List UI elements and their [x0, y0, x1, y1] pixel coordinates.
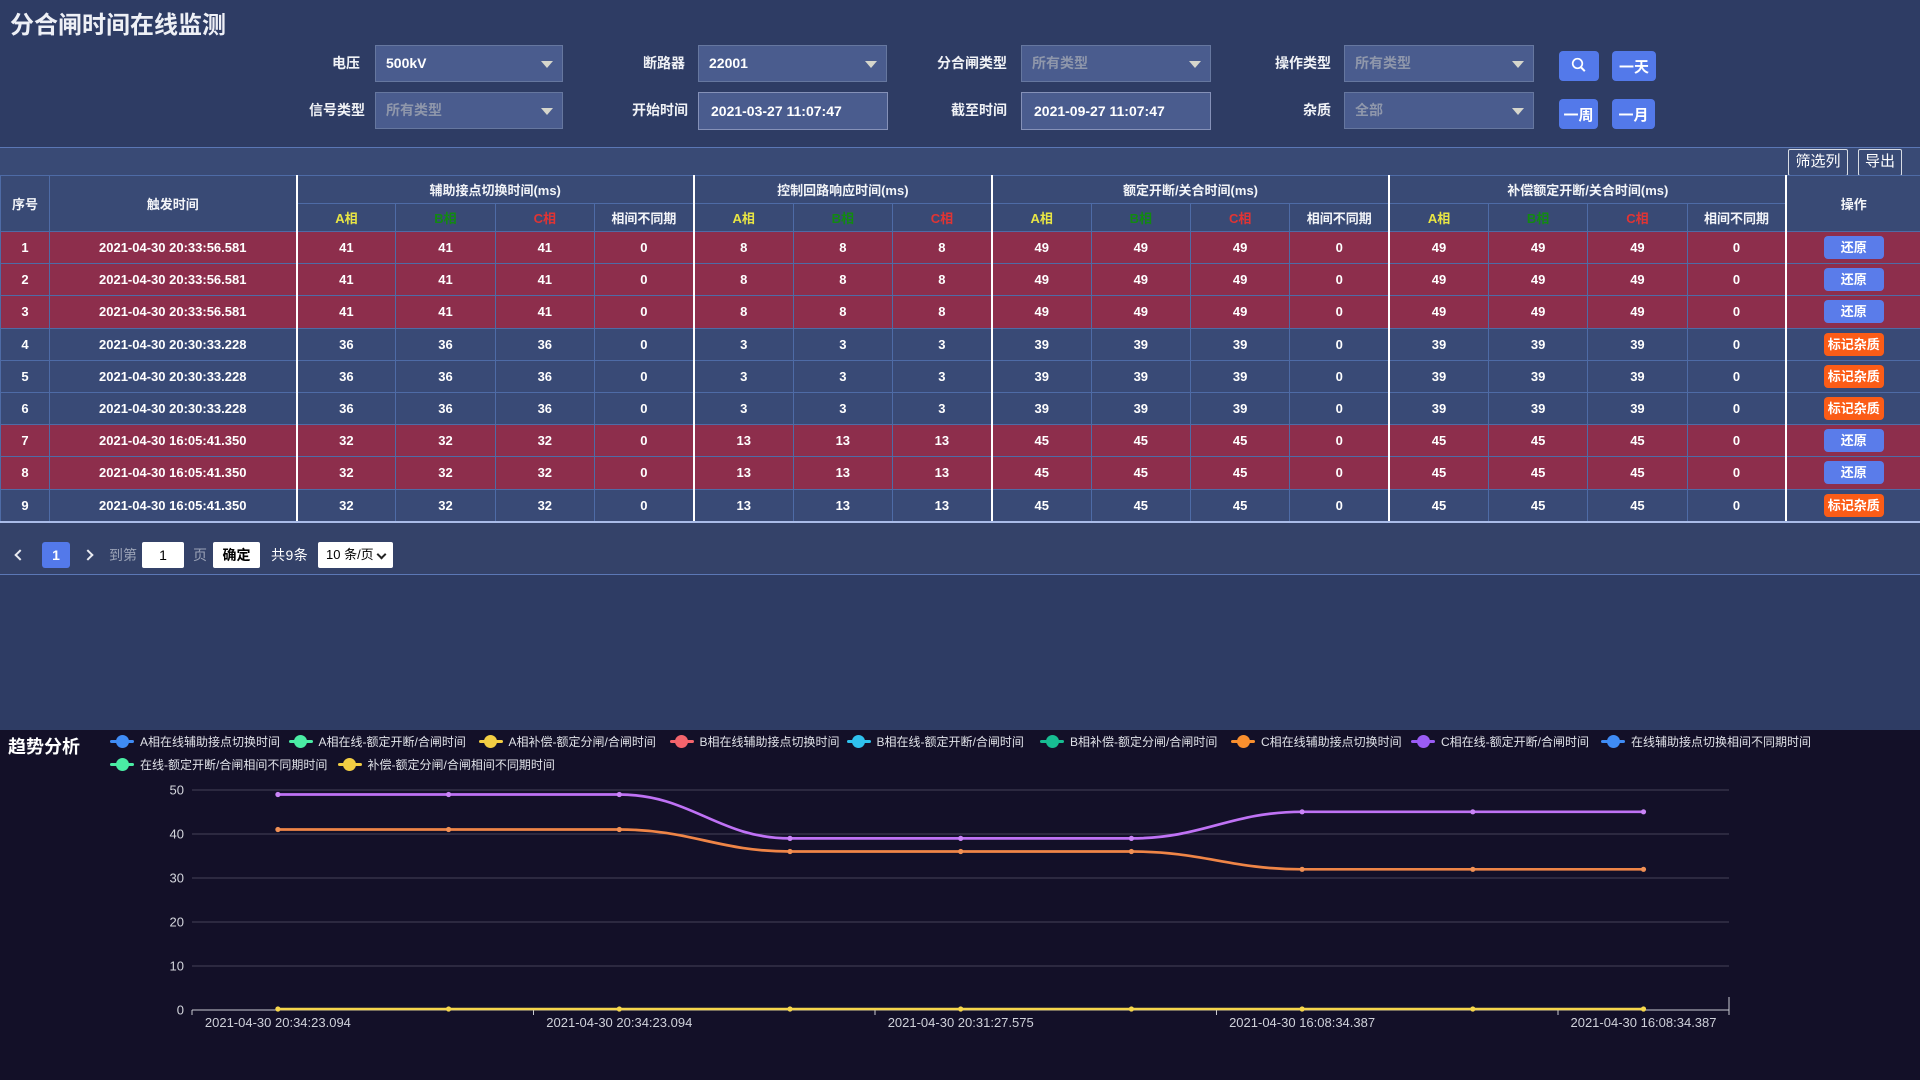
svg-text:2021-04-30 16:08:34.387: 2021-04-30 16:08:34.387	[1570, 1015, 1716, 1030]
svg-text:2021-04-30 16:08:34.387: 2021-04-30 16:08:34.387	[1229, 1015, 1375, 1030]
svg-text:2021-04-30 20:31:27.575: 2021-04-30 20:31:27.575	[888, 1015, 1034, 1030]
svg-text:20: 20	[170, 915, 184, 930]
svg-text:30: 30	[170, 871, 184, 886]
svg-text:0: 0	[177, 1003, 184, 1018]
svg-text:40: 40	[170, 827, 184, 842]
svg-text:2021-04-30 20:34:23.094: 2021-04-30 20:34:23.094	[546, 1015, 692, 1030]
svg-text:10: 10	[170, 959, 184, 974]
svg-text:50: 50	[170, 783, 184, 798]
svg-text:2021-04-30 20:34:23.094: 2021-04-30 20:34:23.094	[205, 1015, 351, 1030]
